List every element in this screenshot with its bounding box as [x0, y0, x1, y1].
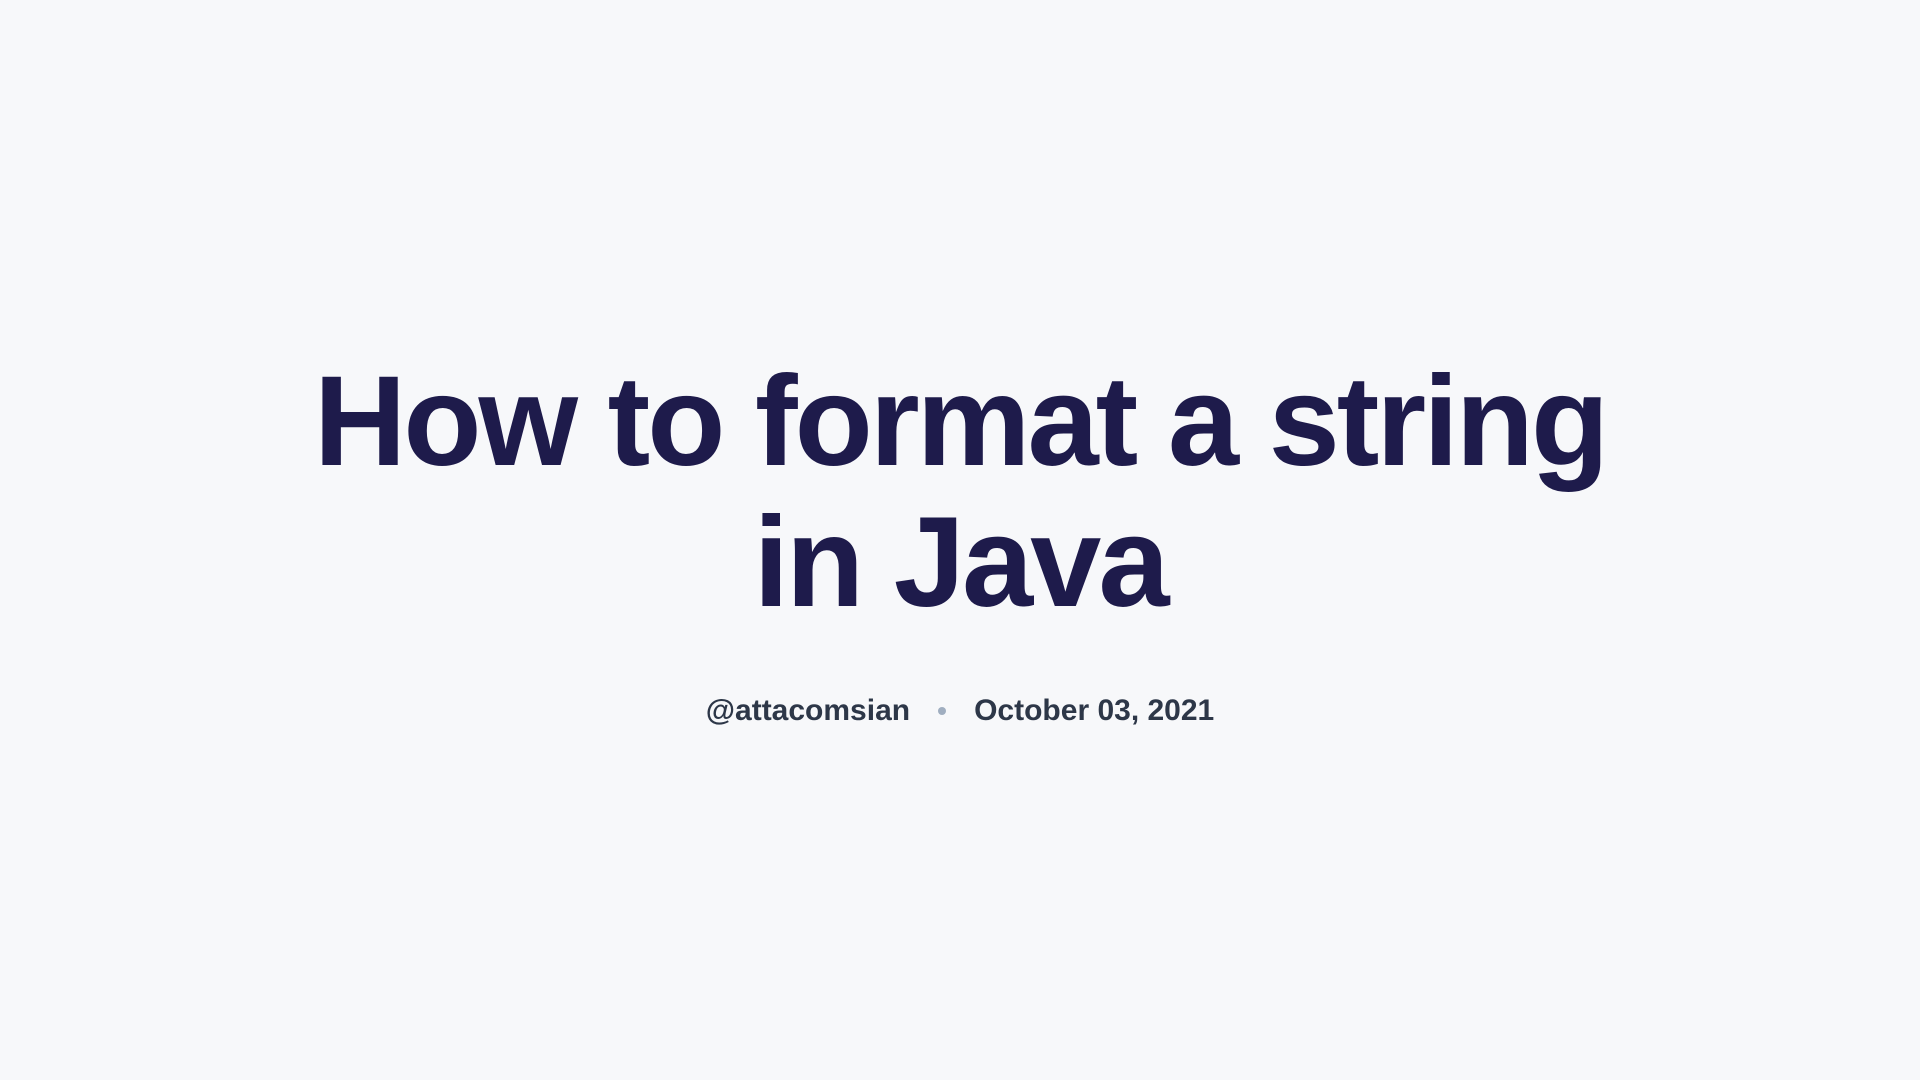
article-meta: @attacomsian October 03, 2021: [300, 694, 1620, 728]
author-handle: @attacomsian: [706, 694, 910, 728]
publish-date: October 03, 2021: [974, 694, 1214, 728]
article-header: How to format a string in Java @attacoms…: [260, 352, 1660, 728]
separator-dot: [938, 707, 946, 715]
article-title: How to format a string in Java: [300, 352, 1620, 634]
